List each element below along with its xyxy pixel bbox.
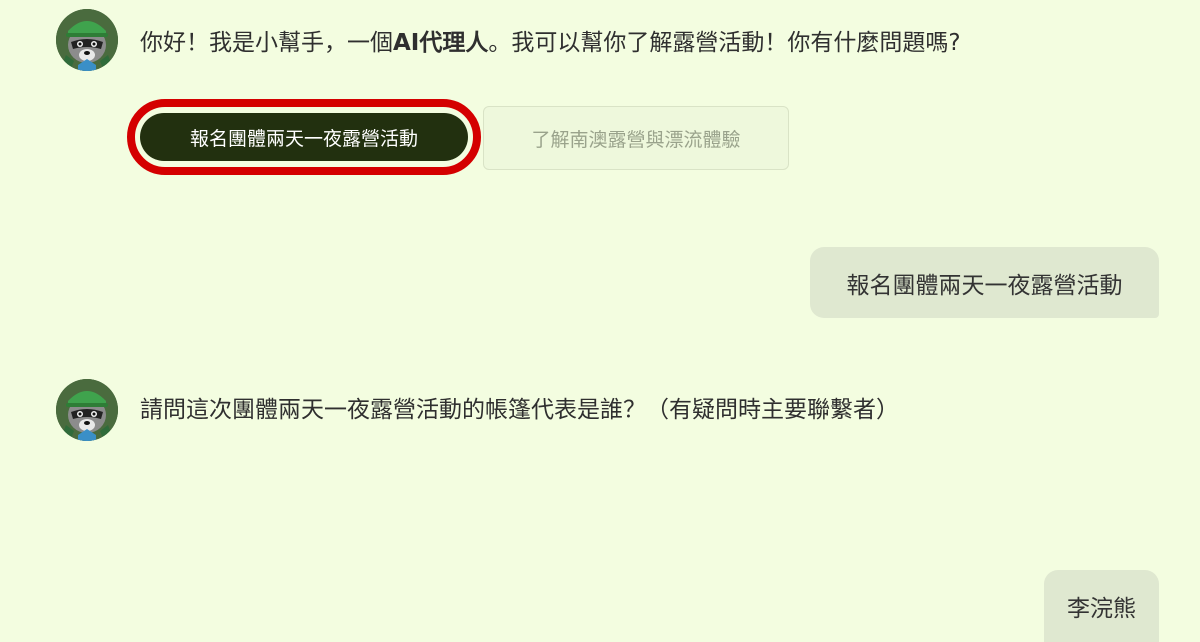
bot-avatar [56,9,118,71]
quick-reply-label: 報名團體兩天一夜露營活動 [189,127,418,150]
bot-message-bold: AI代理人 [393,30,489,56]
bot-message: 請問這次團體兩天一夜露營活動的帳篷代表是誰？（有疑問時主要聯繫者） [140,394,899,426]
bot-avatar [56,379,118,441]
raccoon-avatar-icon [56,379,118,441]
bot-message-text: 請問這次團體兩天一夜露營活動的帳篷代表是誰？（有疑問時主要聯繫者） [140,397,899,423]
bot-message: 你好！我是小幫手，一個AI代理人。我可以幫你了解露營活動！你有什麼問題嗎? [140,27,961,59]
bot-message-text: 。我可以幫你了解露營活動！你有什麼問題嗎? [488,30,961,56]
quick-reply-camping-signup-button[interactable]: 報名團體兩天一夜露營活動 [140,113,468,161]
user-message: 報名團體兩天一夜露營活動 [810,247,1159,318]
raccoon-avatar-icon [56,9,118,71]
user-message-text: 報名團體兩天一夜露營活動 [846,272,1123,299]
user-message: 李浣熊 [1044,570,1159,642]
quick-reply-nanao-rafting-button[interactable]: 了解南澳露營與漂流體驗 [483,106,789,170]
quick-reply-label: 了解南澳露營與漂流體驗 [531,128,741,151]
bot-message-text: 你好！我是小幫手，一個 [140,30,393,56]
user-message-text: 李浣熊 [1067,596,1136,622]
